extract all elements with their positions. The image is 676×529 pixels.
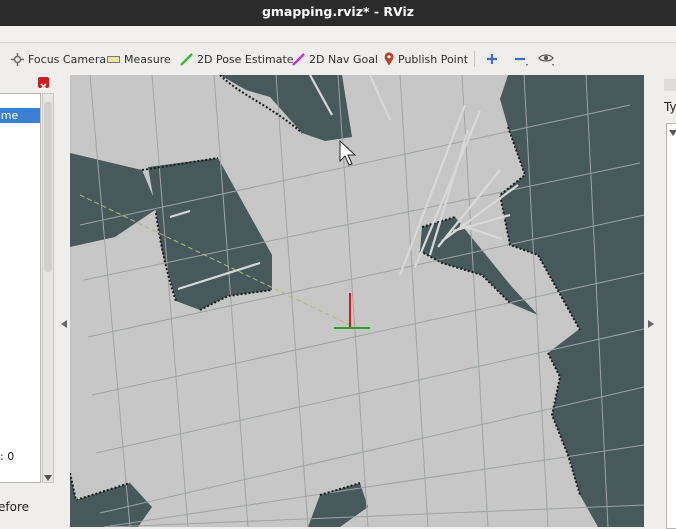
type-label: Ty — [664, 100, 676, 114]
measure-icon — [107, 55, 120, 63]
type-selector[interactable] — [666, 123, 676, 529]
selected-display-label: ame — [0, 109, 19, 122]
window-title: gmapping.rviz* - RViz — [261, 4, 415, 19]
publish-point-button[interactable]: Publish Point — [384, 50, 468, 68]
eye-icon[interactable] — [538, 51, 556, 67]
pose-estimate-button[interactable]: 2D Pose Estimate — [180, 50, 294, 68]
focus-camera-label: Focus Camera — [28, 52, 107, 66]
menu-bar — [0, 26, 676, 43]
pose-estimate-label: 2D Pose Estimate — [197, 52, 294, 66]
displays-scrollbar[interactable] — [42, 93, 54, 483]
views-panel: Ty — [656, 75, 676, 529]
focus-camera-button[interactable]: Focus Camera — [11, 50, 106, 68]
chevron-right-icon[interactable] — [648, 320, 654, 328]
right-collapse-handle[interactable] — [644, 75, 656, 527]
display-status-value: : 0 — [0, 450, 15, 463]
panel-footer: efore — [0, 487, 58, 527]
tool-bar: Focus Camera Measure 2D Pose Estimate 2D… — [0, 43, 676, 76]
scroll-down-icon[interactable] — [44, 475, 52, 481]
zoom-in-icon[interactable] — [484, 51, 502, 67]
pose-estimate-icon — [180, 52, 193, 66]
render-view[interactable] — [70, 75, 644, 527]
nav-goal-button[interactable]: 2D Nav Goal — [292, 50, 378, 68]
displays-tree[interactable]: ame : 0 — [0, 93, 41, 483]
publish-point-icon — [384, 52, 394, 66]
chevron-left-icon[interactable] — [61, 320, 67, 328]
nav-goal-icon — [292, 52, 305, 66]
footer-text: efore — [0, 500, 30, 514]
chevron-down-icon[interactable] — [669, 130, 676, 136]
nav-goal-label: 2D Nav Goal — [309, 52, 378, 66]
zoom-out-icon[interactable] — [512, 51, 530, 67]
panel-header-icon — [664, 79, 676, 91]
measure-label: Measure — [124, 52, 171, 66]
measure-button[interactable]: Measure — [107, 50, 171, 68]
occupancy-map[interactable] — [70, 75, 644, 527]
scrollbar-thumb[interactable] — [44, 102, 52, 272]
title-bar: gmapping.rviz* - RViz — [0, 0, 676, 26]
left-collapse-handle[interactable] — [58, 75, 70, 527]
toolbar-separator — [474, 51, 475, 67]
selected-display-item[interactable]: ame — [0, 108, 40, 123]
focus-camera-icon — [11, 52, 24, 66]
close-panel-icon[interactable] — [38, 77, 49, 90]
publish-point-label: Publish Point — [398, 52, 469, 66]
displays-panel: ame : 0 efore — [0, 75, 58, 527]
